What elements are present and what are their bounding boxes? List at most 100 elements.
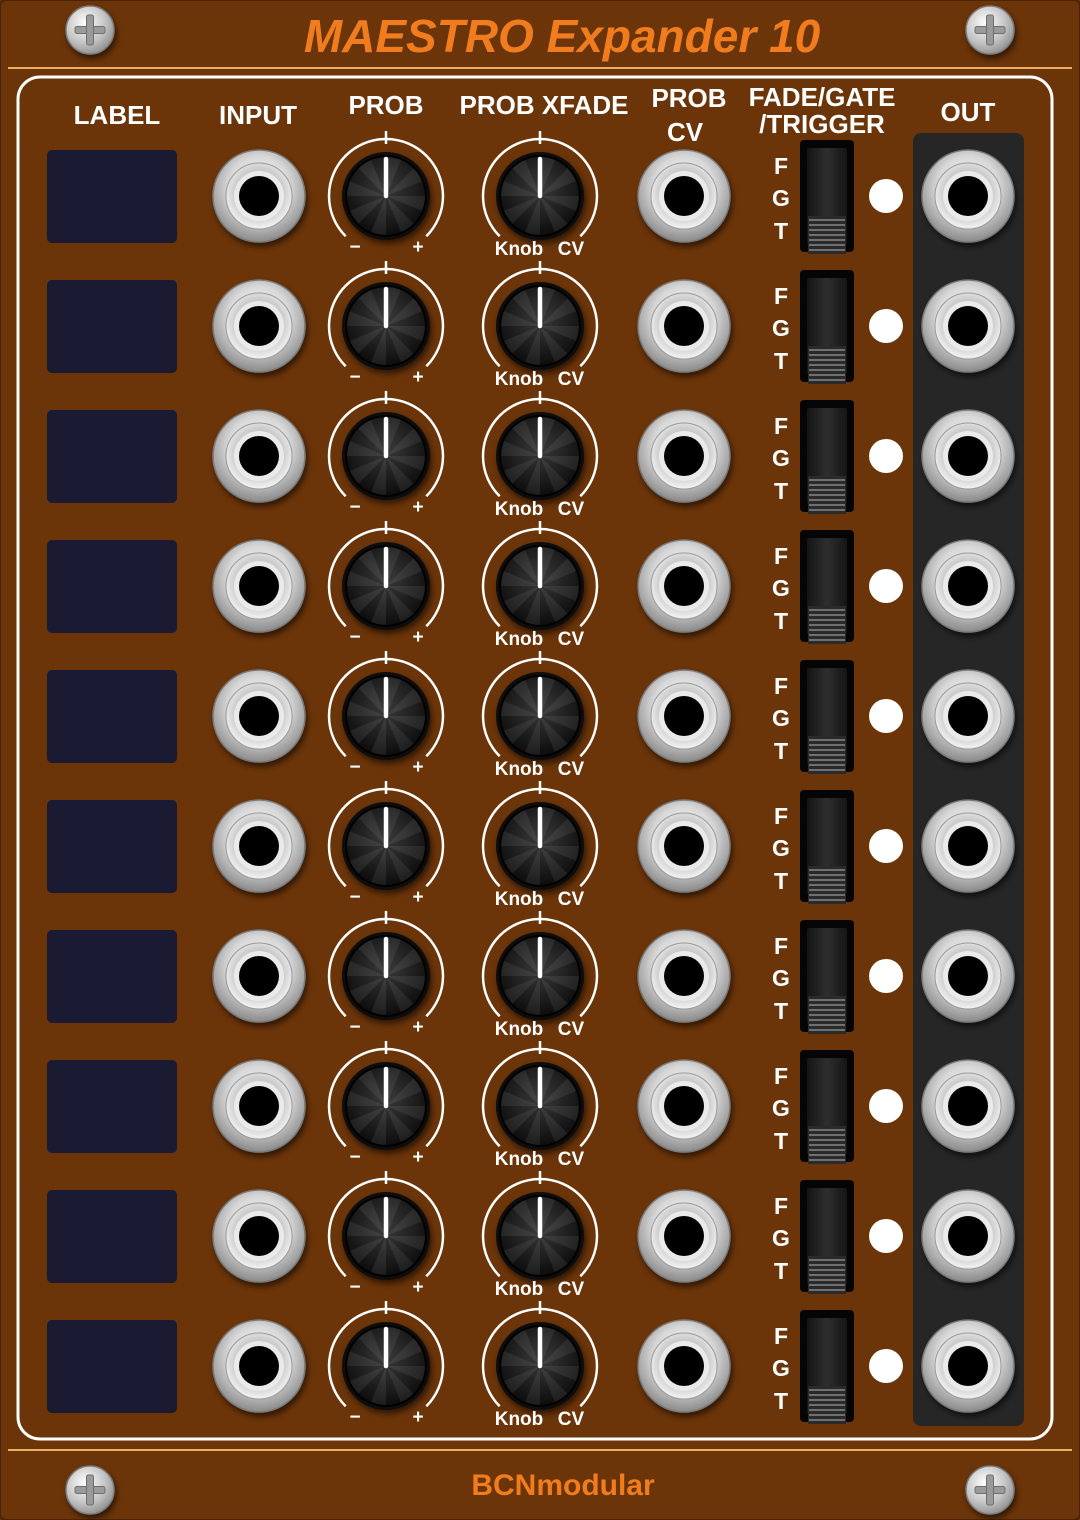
prob-cv-jack[interactable] <box>637 669 731 763</box>
xfade-cv-label: CV <box>558 1409 585 1430</box>
prob-minus-label: − <box>349 497 360 518</box>
switch-label-gate: G <box>772 1225 790 1251</box>
output-jack[interactable] <box>921 669 1015 763</box>
label-display[interactable] <box>47 280 177 373</box>
prob-knob[interactable] <box>342 1322 430 1410</box>
prob-knob[interactable] <box>342 932 430 1020</box>
prob-xfade-knob[interactable] <box>496 1322 584 1410</box>
prob-plus-label: + <box>412 367 423 388</box>
header-label: LABEL <box>74 100 161 130</box>
fade-gate-trigger-switch[interactable] <box>800 1310 854 1424</box>
label-display[interactable] <box>47 800 177 893</box>
output-jack[interactable] <box>921 539 1015 633</box>
prob-knob[interactable] <box>342 672 430 760</box>
label-display[interactable] <box>47 150 177 243</box>
input-jack[interactable] <box>212 1059 306 1153</box>
output-jack[interactable] <box>921 929 1015 1023</box>
prob-knob[interactable] <box>342 152 430 240</box>
prob-cv-jack[interactable] <box>637 1319 731 1413</box>
prob-cv-jack[interactable] <box>637 799 731 893</box>
output-jack[interactable] <box>921 1189 1015 1283</box>
prob-cv-jack[interactable] <box>637 149 731 243</box>
prob-knob[interactable] <box>342 282 430 370</box>
fade-gate-trigger-switch[interactable] <box>800 1050 854 1164</box>
label-display[interactable] <box>47 410 177 503</box>
prob-xfade-knob[interactable] <box>496 152 584 240</box>
switch-label-fade: F <box>774 1323 788 1349</box>
prob-knob[interactable] <box>342 542 430 630</box>
prob-xfade-knob[interactable] <box>496 412 584 500</box>
label-display[interactable] <box>47 540 177 633</box>
output-jack[interactable] <box>921 1319 1015 1413</box>
prob-xfade-knob[interactable] <box>496 672 584 760</box>
switch-handle[interactable] <box>808 216 846 254</box>
prob-xfade-knob[interactable] <box>496 282 584 370</box>
prob-xfade-knob[interactable] <box>496 802 584 890</box>
label-display[interactable] <box>47 930 177 1023</box>
xfade-knob-label: Knob <box>495 1279 544 1300</box>
prob-knob[interactable] <box>342 802 430 890</box>
input-jack[interactable] <box>212 1189 306 1283</box>
prob-xfade-knob[interactable] <box>496 1192 584 1280</box>
input-jack[interactable] <box>212 799 306 893</box>
switch-handle[interactable] <box>808 606 846 644</box>
xfade-knob-label: Knob <box>495 1409 544 1430</box>
output-jack[interactable] <box>921 1059 1015 1153</box>
switch-label-gate: G <box>772 185 790 211</box>
switch-handle[interactable] <box>808 996 846 1034</box>
prob-knob[interactable] <box>342 1192 430 1280</box>
fade-gate-trigger-switch[interactable] <box>800 140 854 254</box>
prob-plus-label: + <box>412 887 423 908</box>
header-prob-cv-line1: PROB <box>651 83 726 113</box>
output-jack[interactable] <box>921 279 1015 373</box>
fade-gate-trigger-switch[interactable] <box>800 530 854 644</box>
output-jack[interactable] <box>921 149 1015 243</box>
switch-label-gate: G <box>772 835 790 861</box>
output-jack[interactable] <box>921 799 1015 893</box>
prob-knob[interactable] <box>342 412 430 500</box>
prob-cv-jack[interactable] <box>637 279 731 373</box>
switch-handle[interactable] <box>808 346 846 384</box>
screw-icon <box>965 5 1015 55</box>
input-jack[interactable] <box>212 409 306 503</box>
label-display[interactable] <box>47 670 177 763</box>
prob-plus-label: + <box>412 1147 423 1168</box>
fade-gate-trigger-switch[interactable] <box>800 270 854 384</box>
xfade-cv-label: CV <box>558 629 585 650</box>
input-jack[interactable] <box>212 539 306 633</box>
switch-handle[interactable] <box>808 1126 846 1164</box>
prob-cv-jack[interactable] <box>637 539 731 633</box>
input-jack[interactable] <box>212 279 306 373</box>
fade-gate-trigger-switch[interactable] <box>800 920 854 1034</box>
prob-cv-jack[interactable] <box>637 409 731 503</box>
switch-label-fade: F <box>774 283 788 309</box>
switch-handle[interactable] <box>808 866 846 904</box>
prob-xfade-knob[interactable] <box>496 1062 584 1150</box>
input-jack[interactable] <box>212 929 306 1023</box>
switch-handle[interactable] <box>808 1386 846 1424</box>
prob-xfade-knob[interactable] <box>496 932 584 1020</box>
input-jack[interactable] <box>212 669 306 763</box>
prob-knob[interactable] <box>342 1062 430 1150</box>
fade-gate-trigger-switch[interactable] <box>800 790 854 904</box>
fade-gate-trigger-switch[interactable] <box>800 400 854 514</box>
fade-gate-trigger-switch[interactable] <box>800 660 854 774</box>
fade-gate-trigger-switch[interactable] <box>800 1180 854 1294</box>
label-display[interactable] <box>47 1190 177 1283</box>
switch-handle[interactable] <box>808 476 846 514</box>
switch-label-trigger: T <box>774 738 788 764</box>
label-display[interactable] <box>47 1060 177 1153</box>
prob-xfade-knob[interactable] <box>496 542 584 630</box>
input-jack[interactable] <box>212 1319 306 1413</box>
prob-cv-jack[interactable] <box>637 1059 731 1153</box>
label-display[interactable] <box>47 1320 177 1413</box>
prob-cv-jack[interactable] <box>637 929 731 1023</box>
input-jack[interactable] <box>212 149 306 243</box>
prob-cv-jack[interactable] <box>637 1189 731 1283</box>
header-prob: PROB <box>348 90 423 120</box>
switch-handle[interactable] <box>808 1256 846 1294</box>
header-prob-cv-line2: CV <box>667 117 704 147</box>
output-jack[interactable] <box>921 409 1015 503</box>
switch-handle[interactable] <box>808 736 846 774</box>
prob-minus-label: − <box>349 1017 360 1038</box>
